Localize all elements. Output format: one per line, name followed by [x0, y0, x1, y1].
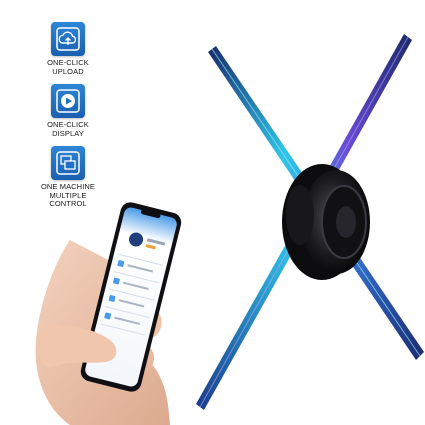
product-scene [35, 34, 424, 425]
fan-motor-hub [282, 164, 370, 280]
